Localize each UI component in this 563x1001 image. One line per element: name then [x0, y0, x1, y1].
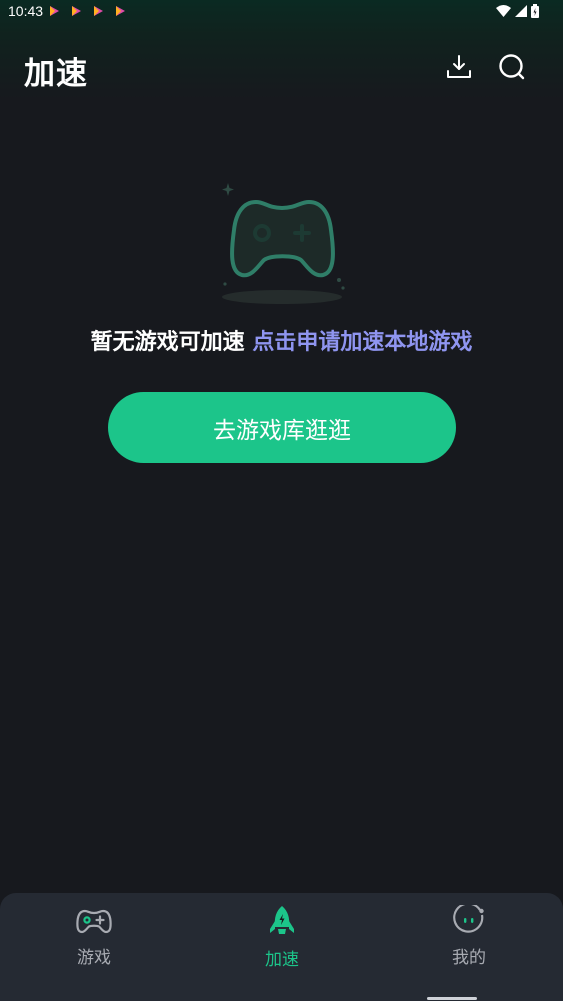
request-local-game-link[interactable]: 点击申请加速本地游戏: [252, 330, 472, 355]
download-icon: [447, 55, 471, 78]
video-app-notification-icon: [72, 6, 81, 16]
search-button[interactable]: [496, 50, 528, 84]
wifi-icon: [496, 5, 511, 17]
battery-icon: [531, 4, 539, 18]
nav-label-mine: 我的: [452, 948, 486, 968]
nav-item-mine[interactable]: 我的: [409, 905, 529, 968]
profile-face-icon: [453, 905, 484, 933]
empty-state-message: 暂无游戏可加速 点击申请加速本地游戏: [0, 324, 563, 356]
notification-icons: [48, 5, 126, 17]
rocket-icon: [270, 906, 294, 934]
nav-item-speed[interactable]: 加速: [222, 905, 342, 970]
gamepad-illustration-icon: [222, 183, 345, 304]
nav-label-games: 游戏: [77, 948, 111, 968]
empty-gamepad-illustration: [216, 178, 351, 312]
video-app-notification-icon: [50, 6, 59, 16]
system-icons: [496, 4, 539, 18]
signal-icon: [515, 5, 527, 17]
download-button[interactable]: [443, 50, 475, 84]
page-title: 加速: [24, 56, 88, 92]
video-app-notification-icon: [116, 6, 125, 16]
status-bar: 10:43: [0, 0, 563, 24]
home-indicator: [427, 997, 477, 1000]
status-time: 10:43: [8, 3, 44, 19]
bottom-navigation: 游戏 加速 我的: [0, 893, 563, 1001]
nav-item-games[interactable]: 游戏: [34, 905, 154, 968]
gamepad-icon: [76, 909, 112, 934]
search-icon: [499, 54, 525, 80]
nav-label-speed: 加速: [265, 950, 299, 970]
video-app-notification-icon: [94, 6, 103, 16]
empty-state-text: 暂无游戏可加速: [90, 330, 245, 355]
browse-game-library-button[interactable]: 去游戏库逛逛: [108, 392, 456, 463]
